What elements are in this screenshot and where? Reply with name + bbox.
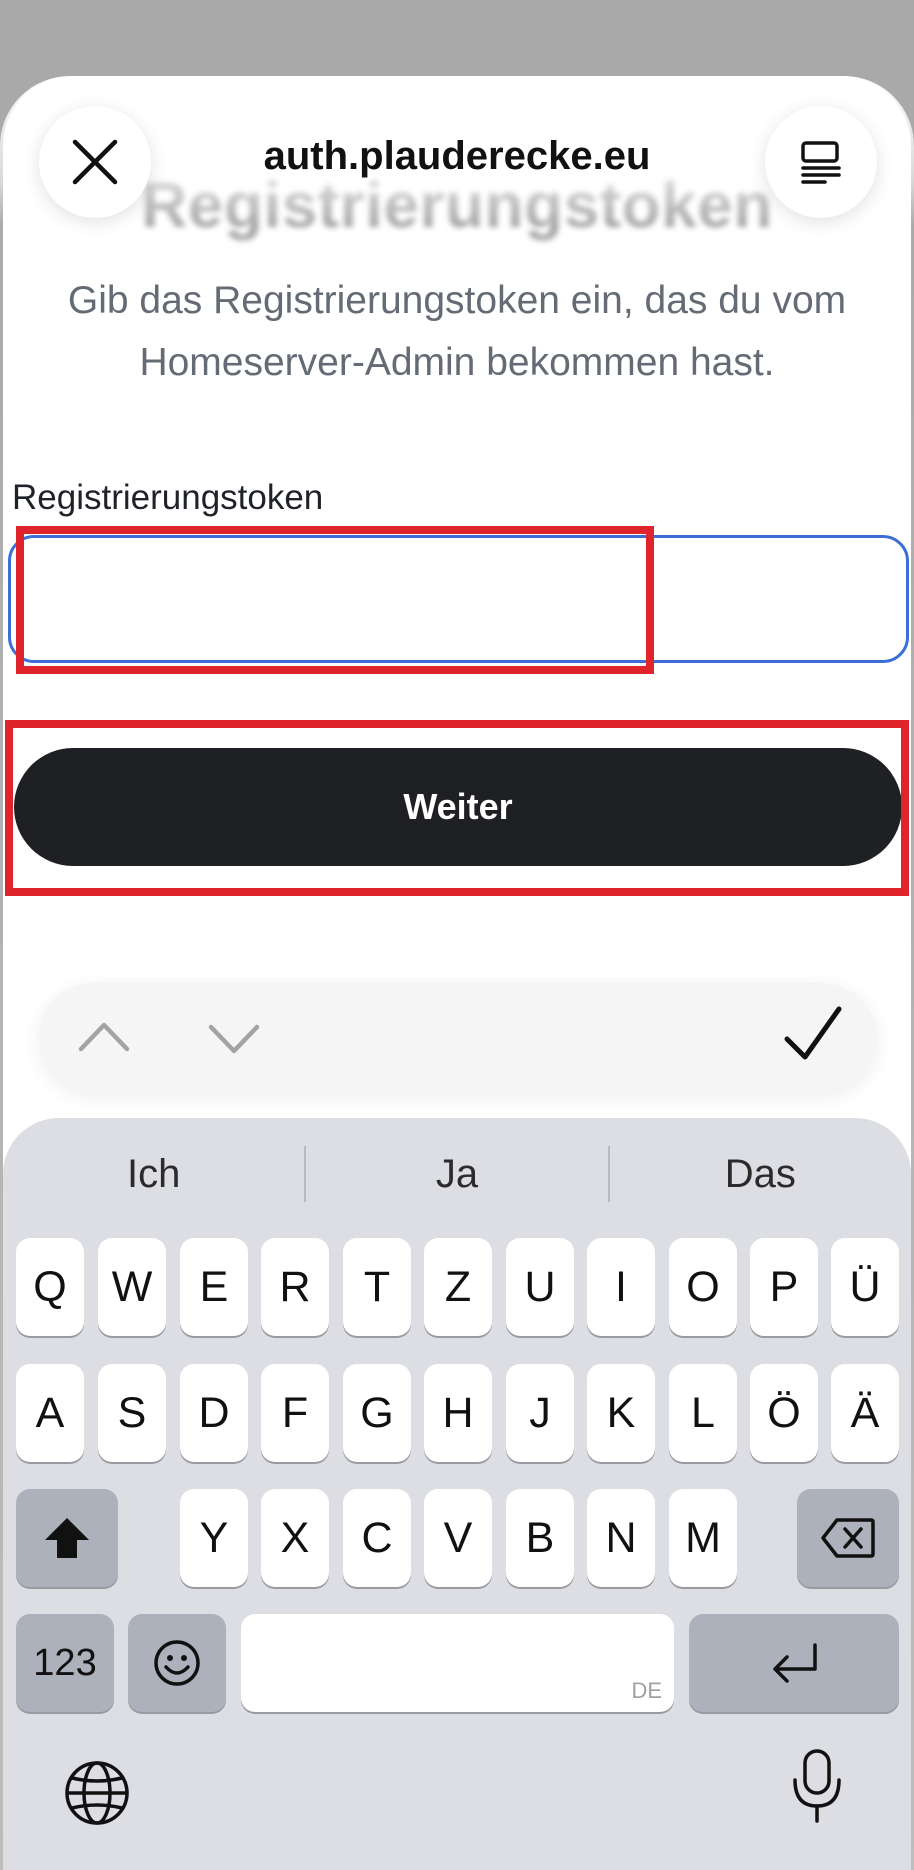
numbers-key[interactable]: 123	[16, 1614, 114, 1712]
token-field-label: Registrierungstoken	[12, 478, 324, 517]
registration-token-input[interactable]	[8, 535, 909, 663]
chevron-up-icon	[78, 1022, 130, 1052]
delete-icon	[821, 1518, 875, 1558]
suggestion-bar: Ich Ja Das	[3, 1138, 911, 1210]
return-icon	[773, 1643, 817, 1683]
reader-mode-icon	[801, 141, 841, 184]
key-p[interactable]: P	[750, 1238, 818, 1336]
key-s[interactable]: S	[98, 1364, 166, 1462]
continue-button[interactable]: Weiter	[14, 748, 902, 866]
key-n[interactable]: N	[587, 1489, 655, 1587]
previous-field-button[interactable]	[77, 1011, 131, 1070]
key-w[interactable]: W	[98, 1238, 166, 1336]
globe-button[interactable]	[64, 1760, 130, 1826]
next-field-button[interactable]	[207, 1011, 261, 1070]
key-a[interactable]: A	[16, 1364, 84, 1462]
key-l[interactable]: L	[669, 1364, 737, 1462]
delete-key[interactable]	[797, 1489, 899, 1587]
key-z[interactable]: Z	[424, 1238, 492, 1336]
key-r[interactable]: R	[261, 1238, 329, 1336]
key-c[interactable]: C	[343, 1489, 411, 1587]
key-x[interactable]: X	[261, 1489, 329, 1587]
microphone-icon	[793, 1749, 841, 1823]
key-u[interactable]: U	[506, 1238, 574, 1336]
key-o-umlaut[interactable]: Ö	[750, 1364, 818, 1462]
key-j[interactable]: J	[506, 1364, 574, 1462]
done-button[interactable]	[783, 1005, 843, 1070]
key-a-umlaut[interactable]: Ä	[831, 1364, 899, 1462]
page-subtitle: Gib das Registrierungstoken ein, das du …	[67, 279, 847, 384]
key-b[interactable]: B	[506, 1489, 574, 1587]
suggestion-item[interactable]: Ich	[3, 1138, 304, 1210]
emoji-key[interactable]	[128, 1614, 226, 1712]
emoji-icon	[154, 1640, 200, 1686]
key-q[interactable]: Q	[16, 1238, 84, 1336]
key-o[interactable]: O	[669, 1238, 737, 1336]
return-key[interactable]	[689, 1614, 899, 1712]
suggestion-item[interactable]: Ja	[306, 1138, 607, 1210]
key-y[interactable]: Y	[180, 1489, 248, 1587]
shift-icon	[45, 1518, 89, 1558]
reader-mode-button[interactable]	[765, 106, 877, 218]
space-key[interactable]: DE	[241, 1614, 674, 1712]
key-i[interactable]: I	[587, 1238, 655, 1336]
key-u-umlaut[interactable]: Ü	[831, 1238, 899, 1336]
key-e[interactable]: E	[180, 1238, 248, 1336]
suggestion-item[interactable]: Das	[610, 1138, 911, 1210]
key-d[interactable]: D	[180, 1364, 248, 1462]
key-f[interactable]: F	[261, 1364, 329, 1462]
shift-key[interactable]	[16, 1489, 118, 1587]
key-v[interactable]: V	[424, 1489, 492, 1587]
checkmark-icon	[784, 1006, 842, 1060]
key-g[interactable]: G	[343, 1364, 411, 1462]
key-t[interactable]: T	[343, 1238, 411, 1336]
key-k[interactable]: K	[587, 1364, 655, 1462]
dictation-button[interactable]	[790, 1748, 844, 1824]
chevron-down-icon	[208, 1024, 260, 1054]
globe-icon	[65, 1761, 129, 1825]
key-h[interactable]: H	[424, 1364, 492, 1462]
space-language-tag: DE	[631, 1678, 662, 1703]
key-m[interactable]: M	[669, 1489, 737, 1587]
form-accessory-bar	[39, 983, 877, 1093]
